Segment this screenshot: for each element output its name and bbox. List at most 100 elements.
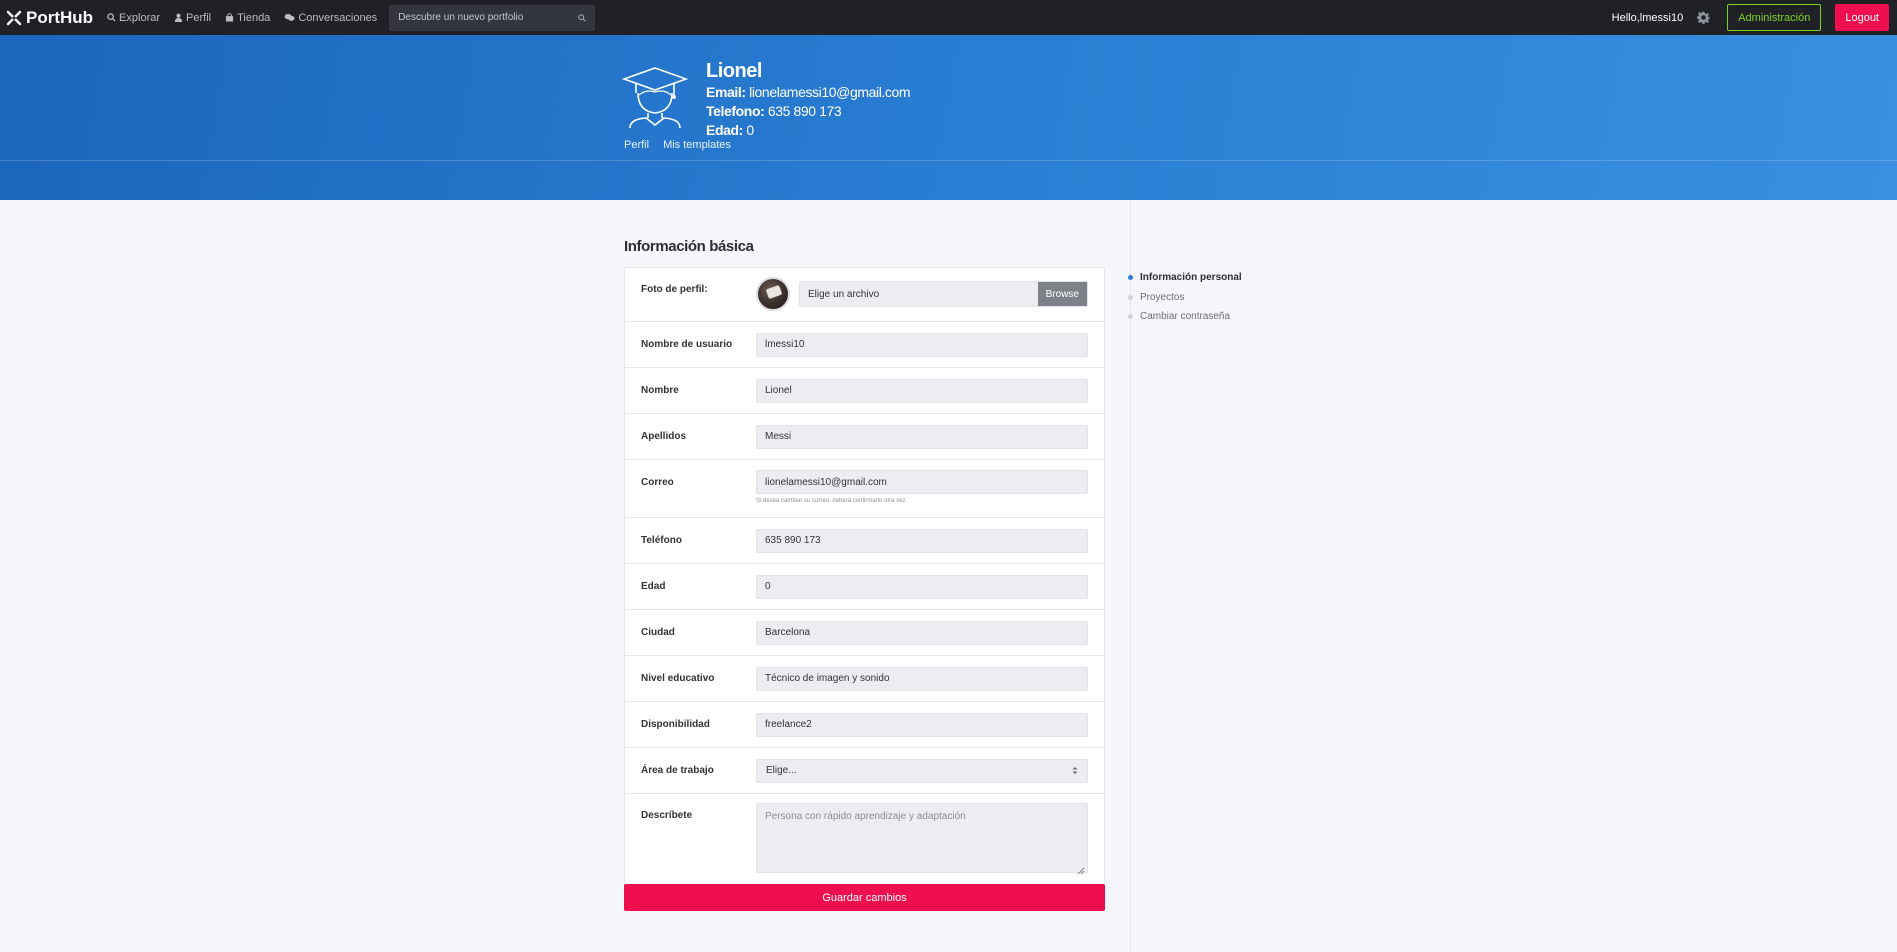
phone-label: Telefono: (706, 103, 765, 119)
field-row-username: Nombre de usuario (625, 322, 1104, 368)
section-nav-cambiar-contrasena[interactable]: Cambiar contraseña (1128, 307, 1242, 327)
file-placeholder: Elige un archivo (808, 288, 880, 300)
search-icon (107, 13, 116, 22)
search-input[interactable] (398, 12, 569, 23)
ciudad-input[interactable] (756, 620, 1088, 645)
correo-group: Si desea cambiar su correo, deberá confi… (756, 470, 1088, 504)
profile-info: Lionel Email: lionelamessi10@gmail.com T… (706, 59, 911, 140)
user-greeting: Hello,lmessi10 (1611, 11, 1684, 24)
nav-right: Hello,lmessi10 Administración Logout (1612, 0, 1897, 35)
email-hint: Si desea cambiar su correo, deberá confi… (756, 498, 908, 504)
field-row-nivel-educativo: Nivel educativo (625, 656, 1104, 702)
tab-perfil[interactable]: Perfil (624, 139, 649, 151)
field-row-ciudad: Ciudad (625, 610, 1104, 656)
browse-button[interactable]: Browse (1037, 282, 1087, 306)
section-nav-dot (1128, 275, 1133, 281)
user-icon (174, 13, 183, 22)
tab-mis-templates[interactable]: Mis templates (663, 139, 731, 151)
profile-email-line: Email: lionelamessi10@gmail.com (706, 83, 911, 102)
nav-conversaciones-label: Conversaciones (298, 11, 378, 24)
nivel-educativo-label: Nivel educativo (641, 673, 715, 684)
age-label: Edad: (706, 122, 743, 138)
profile-age: 0 (746, 122, 754, 138)
profile-age-line: Edad: 0 (706, 121, 910, 140)
photo-label: Foto de perfil: (641, 284, 708, 295)
section-nav-label: Proyectos (1140, 291, 1185, 303)
section-nav: Información personal Proyectos Cambiar c… (1128, 268, 1242, 327)
edad-input[interactable] (756, 574, 1088, 599)
profile-name: Lionel (706, 60, 762, 82)
apellidos-input[interactable] (756, 424, 1088, 449)
file-input[interactable]: Elige un archivo Browse (799, 281, 1088, 307)
field-row-area: Área de trabajo Elige... (625, 748, 1104, 794)
field-row-edad: Edad (625, 564, 1104, 610)
describe-textarea[interactable] (756, 803, 1088, 873)
section-nav-label: Cambiar contraseña (1140, 311, 1231, 323)
search-box (389, 4, 596, 31)
porthub-logo-icon (6, 10, 22, 25)
email-label: Email: (706, 84, 746, 100)
profile-subnav: Perfil Mis templates (624, 139, 745, 151)
nav-tienda-label: Tienda (237, 11, 271, 24)
username-input[interactable] (756, 332, 1088, 357)
select-arrows-icon (1072, 767, 1078, 774)
field-row-telefono: Teléfono (625, 518, 1104, 564)
field-row-nombre: Nombre (625, 368, 1104, 414)
brand-logo[interactable]: PortHub (6, 8, 93, 28)
save-button[interactable]: Guardar cambios (624, 884, 1105, 911)
telefono-label: Teléfono (641, 535, 682, 546)
disponibilidad-label: Disponibilidad (641, 719, 710, 730)
brand-name: PortHub (26, 7, 94, 27)
username-label: Nombre de usuario (641, 339, 733, 350)
field-row-disponibilidad: Disponibilidad (625, 702, 1104, 748)
field-row-describe: Descríbete (625, 794, 1104, 884)
basic-info-form: Foto de perfil: Elige un archivo Browse … (624, 267, 1105, 885)
photo-row: Foto de perfil: Elige un archivo Browse (625, 268, 1104, 322)
nav-perfil[interactable]: Perfil (174, 12, 211, 24)
graduate-avatar-icon (622, 67, 688, 129)
resize-grip-icon[interactable] (1077, 867, 1085, 875)
nombre-label: Nombre (641, 385, 679, 396)
email-field[interactable] (756, 470, 1088, 494)
telefono-input[interactable] (756, 528, 1088, 553)
area-select-value: Elige... (766, 765, 797, 776)
section-nav-proyectos[interactable]: Proyectos (1128, 288, 1242, 308)
profile-header: Lionel Email: lionelamessi10@gmail.com T… (0, 35, 1897, 200)
top-navbar: PortHub Explorar Perfil Tienda Conversac… (0, 0, 1897, 35)
avatar (756, 277, 790, 311)
profile-email: lionelamessi10@gmail.com (749, 84, 911, 100)
area-label: Área de trabajo (641, 765, 714, 776)
admin-button[interactable]: Administración (1727, 4, 1822, 31)
nombre-input[interactable] (756, 378, 1088, 403)
section-title: Información básica (624, 238, 754, 255)
section-nav-label: Información personal (1140, 272, 1242, 284)
hero-divider (0, 160, 1897, 161)
field-row-apellidos: Apellidos (625, 414, 1104, 460)
correo-label: Correo (641, 477, 674, 488)
apellidos-label: Apellidos (641, 431, 687, 442)
chat-icon (284, 13, 295, 21)
describe-label: Descríbete (641, 810, 693, 821)
describe-group (756, 803, 1088, 878)
nav-tienda[interactable]: Tienda (225, 12, 270, 24)
bag-icon (225, 13, 234, 22)
nav-conversaciones[interactable]: Conversaciones (284, 12, 377, 24)
edad-label: Edad (641, 581, 666, 592)
nav-explorar[interactable]: Explorar (107, 12, 160, 24)
area-select[interactable]: Elige... (756, 758, 1088, 783)
gear-icon[interactable] (1697, 11, 1711, 24)
section-nav-dot (1128, 294, 1133, 300)
disponibilidad-input[interactable] (756, 712, 1088, 737)
nav-explorar-label: Explorar (119, 11, 161, 24)
profile-phone: 635 890 173 (767, 103, 842, 119)
section-nav-informacion-personal[interactable]: Información personal (1128, 268, 1242, 288)
ciudad-label: Ciudad (641, 627, 675, 638)
nav-perfil-label: Perfil (186, 11, 212, 24)
nivel-educativo-input[interactable] (756, 666, 1088, 691)
logout-button[interactable]: Logout (1835, 4, 1889, 31)
field-row-correo: Correo Si desea cambiar su correo, deber… (625, 460, 1104, 518)
photo-controls: Elige un archivo Browse (756, 277, 1088, 311)
section-nav-dot (1128, 314, 1133, 320)
avatar-image (765, 284, 783, 300)
search-icon[interactable] (578, 13, 586, 22)
